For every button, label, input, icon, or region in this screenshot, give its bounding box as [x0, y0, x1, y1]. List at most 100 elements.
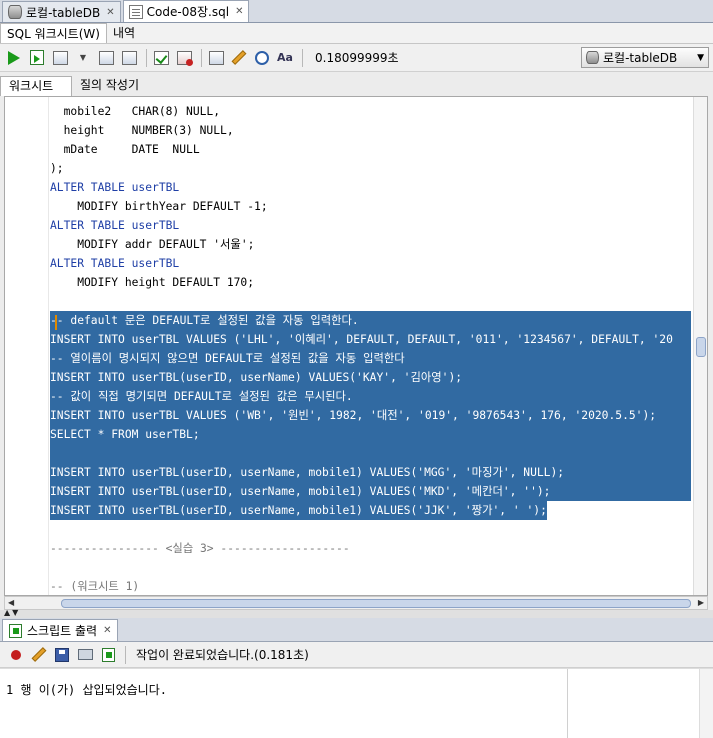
code-area[interactable]: mobile2 CHAR(8) NULL, height NUMBER(3) N… — [50, 102, 691, 595]
dropdown-button[interactable]: ▼ — [73, 48, 93, 68]
script-output-area[interactable]: 1 행 이(가) 삽입되었습니다. — [0, 668, 713, 738]
code-line-selected: INSERT INTO userTBL(userID, userName, mo… — [50, 501, 547, 520]
export-button[interactable] — [98, 645, 118, 665]
editor-vertical-scrollbar[interactable] — [693, 97, 707, 595]
code-line: ALTER TABLE userTBL — [50, 257, 180, 270]
panel-splitter[interactable]: ▲▼ — [0, 608, 713, 618]
worksheet-subtabs: SQL 워크시트(W) 내역 — [0, 23, 713, 44]
print-button[interactable] — [75, 645, 95, 665]
code-line-selected: -- 값이 직접 명기되면 DEFAULT로 설정된 값은 무시된다. — [50, 387, 691, 406]
output-text: 1 행 이(가) 삽입되었습니다. — [6, 683, 167, 697]
clock-icon — [255, 50, 269, 65]
code-line: ); — [50, 162, 64, 175]
script-output-icon — [9, 623, 22, 638]
code-line: ALTER TABLE userTBL — [50, 181, 180, 194]
tab-label: 스크립트 출력 — [27, 624, 98, 638]
connection-label: 로컬-tableDB — [603, 51, 678, 65]
status-message: 작업이 완료되었습니다.(0.181초) — [136, 648, 309, 662]
tab-worksheet[interactable]: 워크시트 — [0, 76, 72, 96]
connection-select[interactable]: 로컬-tableDB ▼ — [581, 47, 709, 68]
commit-transaction-button[interactable] — [151, 48, 171, 68]
code-line-selected: INSERT INTO userTBL(userID, userName, mo… — [50, 463, 691, 482]
tab-label: Code-08장.sql — [146, 5, 230, 19]
code-line: height NUMBER(3) NULL, — [50, 124, 234, 137]
output-vertical-scrollbar[interactable] — [699, 669, 713, 738]
rollback-icon — [176, 50, 193, 66]
code-line: MODIFY birthYear DEFAULT -1; — [50, 200, 268, 213]
code-line-selected: INSERT INTO userTBL(userID, userName, mo… — [50, 482, 691, 501]
close-icon[interactable]: ✕ — [106, 7, 114, 18]
output-divider — [567, 669, 568, 738]
tab-code-08-sql[interactable]: Code-08장.sql ✕ — [122, 0, 250, 22]
output-tabs: 스크립트 출력 ✕ — [0, 618, 713, 642]
code-line-selected: INSERT INTO userTBL(userID, userName) VA… — [50, 368, 691, 387]
chevron-down-icon: ▼ — [697, 52, 704, 63]
sql-editor[interactable]: mobile2 CHAR(8) NULL, height NUMBER(3) N… — [4, 96, 708, 596]
document-tabs: 로컬-tableDB ✕ Code-08장.sql ✕ — [0, 0, 713, 23]
sql-file-icon — [128, 4, 143, 19]
text-caret — [55, 315, 57, 330]
line-gutter — [5, 97, 49, 595]
format-case-icon: Aa — [277, 51, 293, 64]
sql-tuning-icon — [208, 50, 224, 65]
chevron-down-icon: ▼ — [79, 53, 87, 62]
explain-plan-icon — [98, 50, 114, 65]
rollback-button[interactable] — [174, 48, 194, 68]
editor-toolbar: ▼ Aa 0.18099999초 로컬-tableDB ▼ — [0, 44, 713, 72]
run-script-icon — [30, 50, 44, 65]
database-icon — [586, 51, 599, 64]
sql-tuning-button[interactable] — [206, 48, 226, 68]
clear-output-button[interactable] — [29, 645, 49, 665]
format-button[interactable]: Aa — [275, 48, 295, 68]
scroll-right-icon[interactable]: ▶ — [698, 598, 704, 607]
scroll-thumb[interactable] — [61, 599, 691, 608]
code-line-selected: -- default 문은 DEFAULT로 설정된 값을 자동 입력한다. — [50, 311, 691, 330]
save-output-button[interactable] — [52, 645, 72, 665]
toolbar-divider — [302, 48, 303, 67]
sql-history-button[interactable] — [252, 48, 272, 68]
elapsed-time: 0.18099999초 — [315, 51, 399, 65]
code-line: ---------------- <실습 3> ----------------… — [50, 542, 350, 555]
pin-button[interactable] — [6, 645, 26, 665]
code-line: ALTER TABLE userTBL — [50, 219, 180, 232]
tab-script-output[interactable]: 스크립트 출력 ✕ — [2, 619, 119, 641]
autotrace-button[interactable] — [119, 48, 139, 68]
close-icon[interactable]: ✕ — [103, 625, 111, 636]
sql-developer-window: 로컬-tableDB ✕ Code-08장.sql ✕ SQL 워크시트(W) … — [0, 0, 713, 738]
commit-button[interactable] — [50, 48, 70, 68]
close-icon[interactable]: ✕ — [235, 6, 243, 17]
database-icon — [8, 5, 22, 19]
code-line: MODIFY addr DEFAULT '서울'; — [50, 238, 255, 251]
run-script-button[interactable] — [27, 48, 47, 68]
code-line-selected: INSERT INTO userTBL VALUES ('LHL', '이혜리'… — [50, 330, 691, 349]
worksheet-tabs: 워크시트 질의 작성기 — [0, 76, 713, 96]
code-line-selected — [50, 444, 691, 463]
explain-plan-button[interactable] — [96, 48, 116, 68]
code-line: -- (워크시트 1) — [50, 580, 140, 593]
tab-history[interactable]: 내역 — [107, 23, 141, 43]
scroll-left-icon[interactable]: ◀ — [8, 598, 14, 607]
code-line: MODIFY height DEFAULT 170; — [50, 276, 255, 289]
tab-label: 로컬-tableDB — [26, 5, 101, 20]
check-icon — [153, 50, 169, 65]
run-statement-button[interactable] — [4, 48, 24, 68]
export-icon — [101, 647, 115, 662]
clear-button[interactable] — [229, 48, 249, 68]
toolbar-divider — [146, 48, 147, 67]
pin-icon — [8, 647, 24, 662]
commit-icon — [52, 50, 68, 65]
collapse-arrows-icon[interactable]: ▲▼ — [4, 608, 20, 617]
scroll-thumb[interactable] — [696, 337, 706, 357]
toolbar-divider — [125, 645, 126, 664]
tab-sql-worksheet[interactable]: SQL 워크시트(W) — [0, 23, 107, 43]
tab-query-builder[interactable]: 질의 작성기 — [72, 76, 147, 96]
print-icon — [77, 649, 93, 660]
autotrace-icon — [121, 50, 137, 65]
code-line-selected: SELECT * FROM userTBL; — [50, 425, 691, 444]
code-line-selected: -- 열이름이 명시되지 않으면 DEFAULT로 설정된 값을 자동 입력한다 — [50, 349, 691, 368]
editor-horizontal-scrollbar[interactable]: ◀ ▶ — [4, 596, 708, 610]
tab-local-tabledb[interactable]: 로컬-tableDB ✕ — [2, 1, 121, 22]
